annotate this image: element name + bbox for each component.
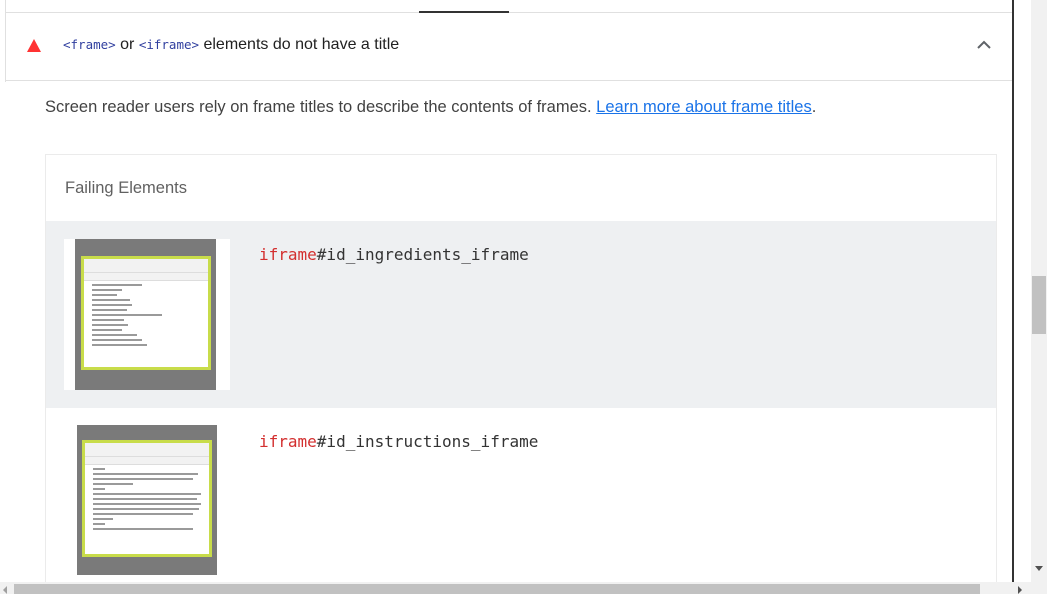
ingredients-iframe-screenshot (64, 239, 230, 390)
scroll-down-arrow-icon[interactable] (1035, 566, 1043, 571)
iframe-code: <iframe> (138, 37, 200, 52)
horizontal-scrollbar[interactable] (0, 582, 1047, 594)
failing-elements-heading: Failing Elements (65, 179, 187, 197)
learn-more-link[interactable]: Learn more about frame titles (596, 98, 812, 116)
audit-title-rest: elements do not have a title (199, 36, 400, 53)
node-tag: iframe (259, 432, 317, 451)
node-selector: #id_ingredients_iframe (316, 245, 529, 264)
scroll-right-arrow-icon[interactable] (1018, 586, 1022, 594)
description-text: Screen reader users rely on frame titles… (45, 98, 597, 116)
audit-header[interactable]: <frame> or <iframe> elements do not have… (5, 13, 1012, 81)
node-selector: #id_instructions_iframe (316, 432, 539, 451)
failing-node-label: iframe#id_instructions_iframe (259, 432, 538, 451)
fail-triangle-icon (27, 39, 41, 52)
frame-code: <frame> (63, 37, 116, 52)
audit-title-or: or (115, 36, 139, 53)
audit-title: <frame> or <iframe> elements do not have… (63, 36, 399, 54)
table-row: iframe#id_instructions_iframe (46, 408, 996, 594)
node-tag: iframe (259, 245, 317, 264)
failing-node-label: iframe#id_ingredients_iframe (259, 245, 529, 264)
scroll-left-arrow-icon[interactable] (3, 586, 7, 594)
chevron-up-icon[interactable] (976, 37, 992, 53)
vertical-scrollbar-thumb[interactable] (1032, 276, 1046, 334)
audit-description: Screen reader users rely on frame titles… (45, 98, 816, 117)
description-end: . (811, 98, 817, 116)
instructions-iframe-screenshot (77, 425, 217, 575)
vertical-scrollbar[interactable] (1031, 0, 1047, 582)
table-row: iframe#id_ingredients_iframe (46, 221, 996, 408)
horizontal-scrollbar-thumb[interactable] (14, 584, 980, 594)
failing-elements-table: Failing Elements iframe#id_ingredients_i… (45, 154, 997, 594)
panel-right-border (1012, 0, 1014, 582)
